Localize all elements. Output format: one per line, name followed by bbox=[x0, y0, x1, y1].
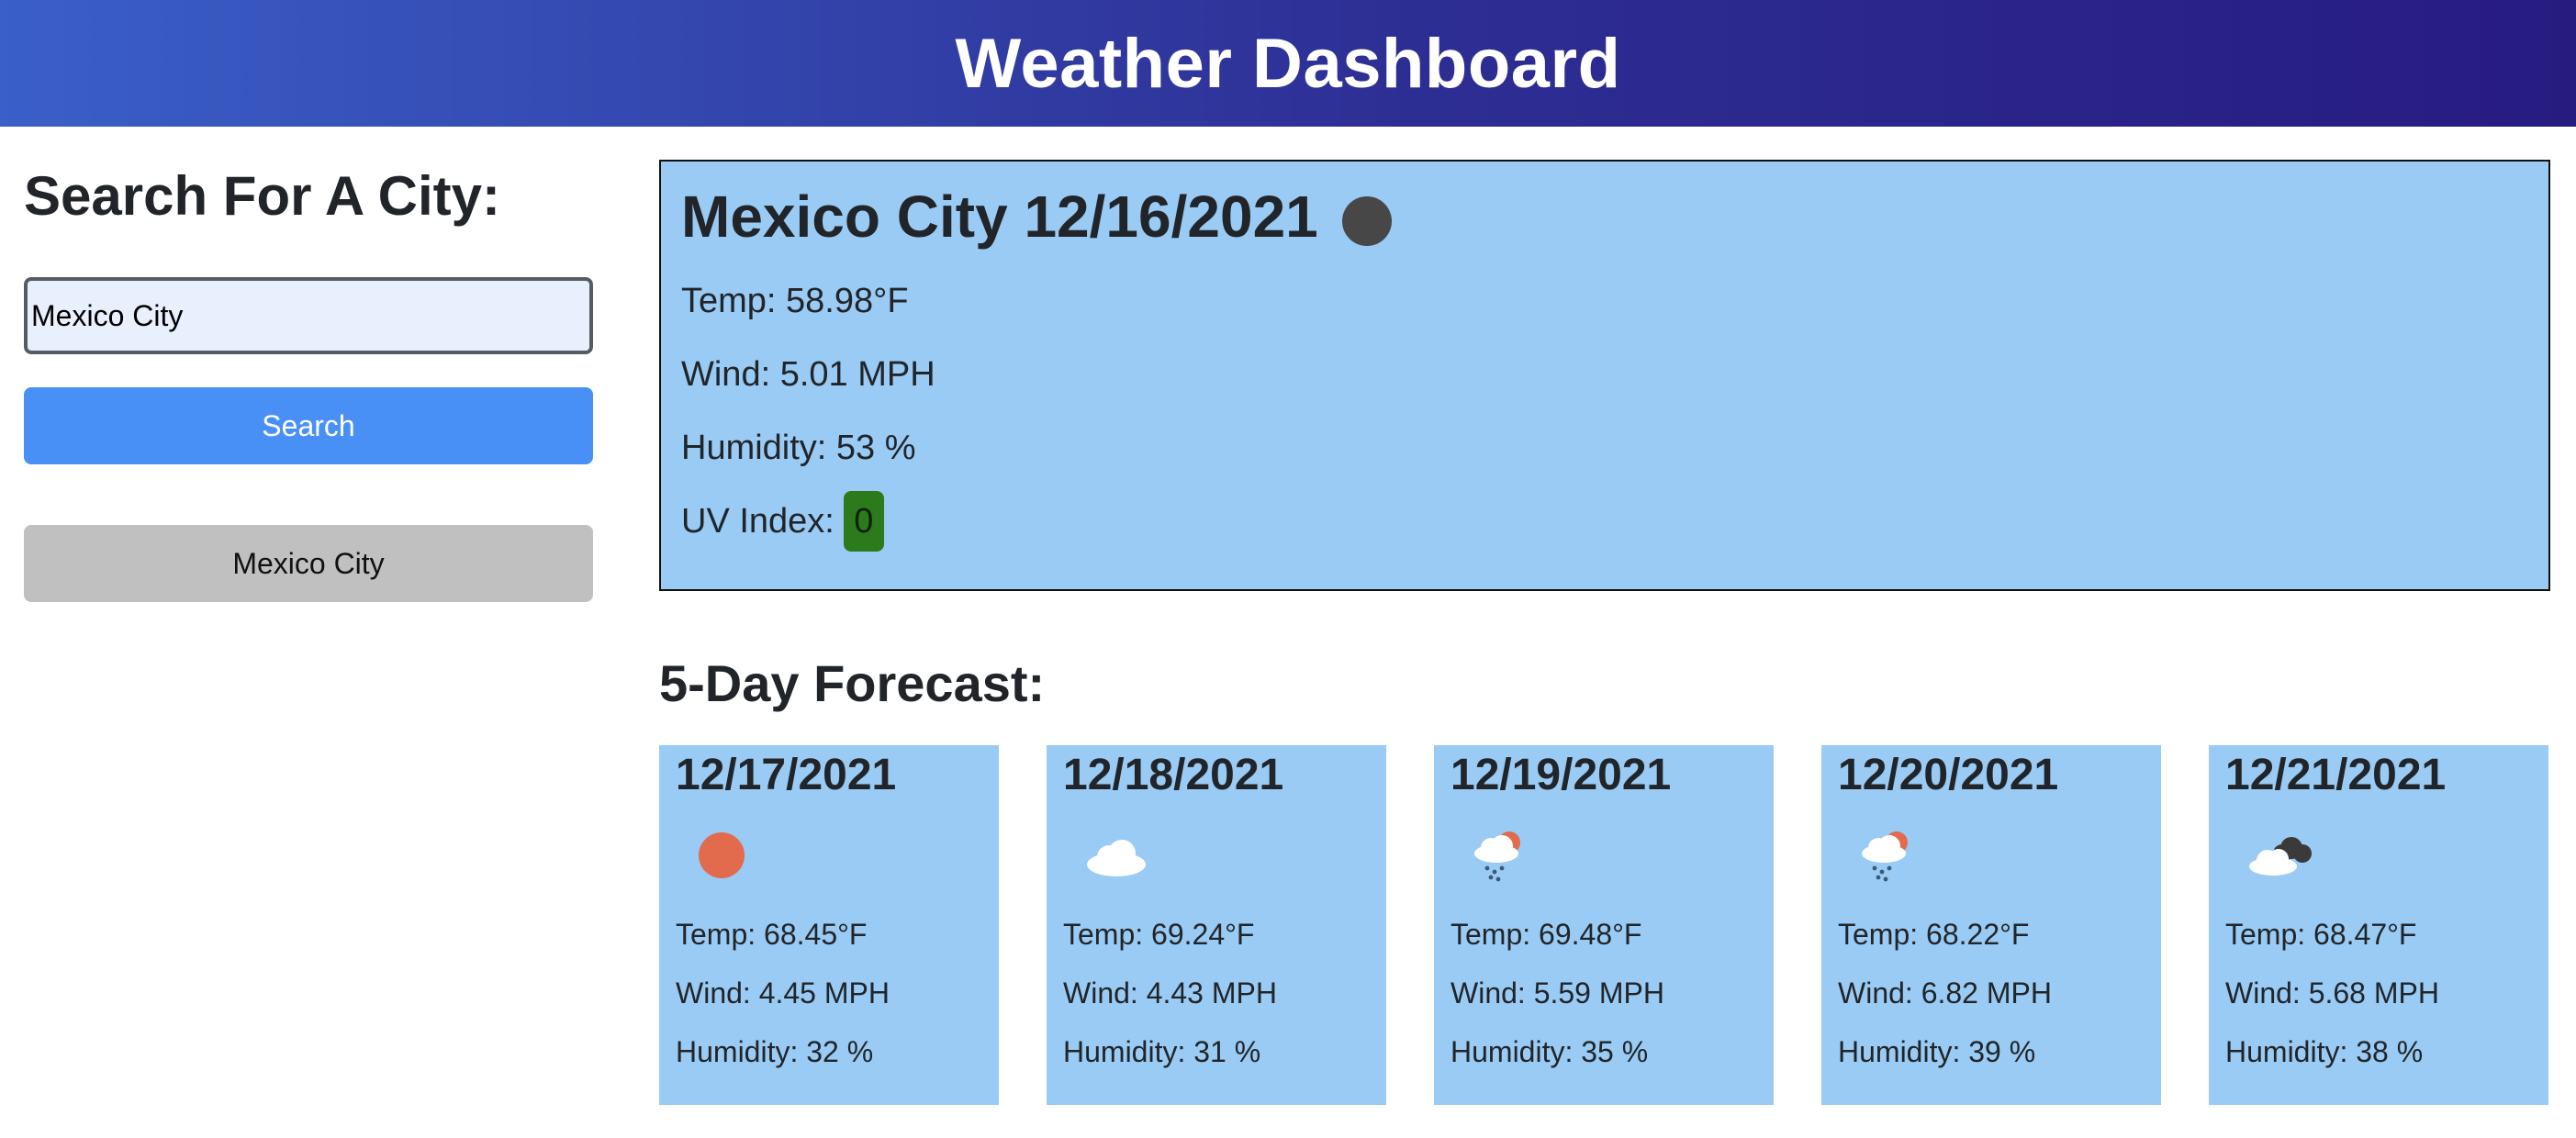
current-uv: UV Index: 0 bbox=[681, 485, 2528, 558]
moon-icon bbox=[1341, 196, 1392, 246]
header-bar: Weather Dashboard bbox=[0, 0, 2576, 127]
forecast-humidity: Humidity: 31 % bbox=[1063, 1035, 1261, 1068]
sun-icon bbox=[699, 832, 745, 878]
search-button[interactable]: Search bbox=[24, 387, 593, 464]
uv-index-badge: 0 bbox=[843, 491, 884, 552]
forecast-humidity: Humidity: 38 % bbox=[2225, 1035, 2424, 1068]
current-temp: Temp: 58.98°F bbox=[681, 282, 909, 320]
current-city-date: Mexico City 12/16/2021 bbox=[681, 184, 1318, 250]
rain-cloud-icon bbox=[1862, 831, 1908, 882]
rain-cloud-icon bbox=[1474, 831, 1520, 882]
forecast-temp: Temp: 68.45°F bbox=[676, 918, 868, 951]
forecast-temp: Temp: 69.24°F bbox=[1063, 918, 1255, 951]
uv-label: UV Index: bbox=[681, 502, 834, 541]
forecast-date: 12/20/2021 bbox=[1838, 751, 2059, 799]
forecast-wind: Wind: 6.82 MPH bbox=[1838, 976, 2052, 1010]
city-search-input[interactable] bbox=[24, 277, 593, 354]
forecast-humidity: Humidity: 32 % bbox=[676, 1035, 874, 1068]
forecast-humidity: Humidity: 39 % bbox=[1838, 1035, 2036, 1068]
forecast-wind: Wind: 5.68 MPH bbox=[2225, 976, 2439, 1010]
forecast-card: 12/20/2021 Temp: 68.22°F Wind: 6.82 MPH … bbox=[1821, 745, 2161, 1105]
current-wind: Wind: 5.01 MPH bbox=[681, 355, 935, 394]
forecast-temp: Temp: 68.47°F bbox=[2225, 918, 2417, 951]
search-heading: Search For A City: bbox=[24, 165, 500, 227]
forecast-date: 12/19/2021 bbox=[1450, 751, 1672, 799]
history-city-button[interactable]: Mexico City bbox=[24, 525, 593, 602]
search-sidebar: Search For A City: Search Mexico City bbox=[24, 156, 593, 602]
forecast-wind: Wind: 4.45 MPH bbox=[676, 976, 890, 1010]
forecast-date: 12/21/2021 bbox=[2225, 751, 2447, 799]
page-title: Weather Dashboard bbox=[955, 24, 1621, 103]
current-humidity: Humidity: 53 % bbox=[681, 429, 916, 467]
forecast-wind: Wind: 5.59 MPH bbox=[1450, 976, 1664, 1010]
forecast-temp: Temp: 69.48°F bbox=[1450, 918, 1642, 951]
forecast-date: 12/17/2021 bbox=[676, 751, 897, 799]
forecast-card: 12/18/2021 Temp: 69.24°F Wind: 4.43 MPH … bbox=[1047, 745, 1386, 1105]
current-weather-card: Mexico City 12/16/2021 Temp: 58.98°F Win… bbox=[659, 160, 2550, 591]
forecast-card: 12/17/2021 Temp: 68.45°F Wind: 4.45 MPH … bbox=[659, 745, 999, 1105]
forecast-heading: 5-Day Forecast: bbox=[659, 654, 1046, 712]
dark-cloud-icon bbox=[2249, 837, 2312, 876]
forecast-temp: Temp: 68.22°F bbox=[1838, 918, 2030, 951]
forecast-date: 12/18/2021 bbox=[1063, 751, 1284, 799]
forecast-card: 12/19/2021 Temp: 69.48°F Wind: 5.59 MPH … bbox=[1434, 745, 1774, 1105]
forecast-card: 12/21/2021 Temp: 68.47°F Wind: 5.68 MPH … bbox=[2209, 745, 2548, 1105]
forecast-wind: Wind: 4.43 MPH bbox=[1063, 976, 1277, 1010]
cloud-icon bbox=[1087, 840, 1146, 876]
forecast-humidity: Humidity: 35 % bbox=[1450, 1035, 1649, 1068]
